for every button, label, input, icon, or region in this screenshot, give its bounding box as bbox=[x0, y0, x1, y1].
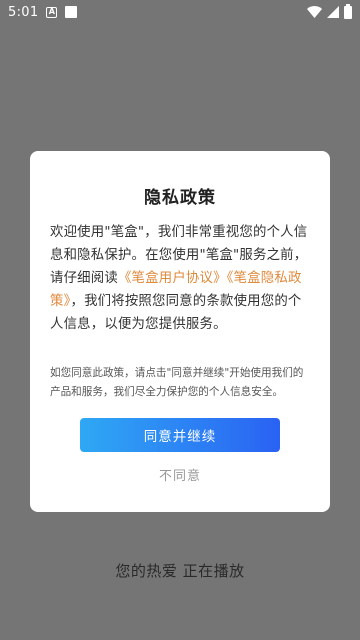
body-text-after: ，我们将按照您同意的条款使用您的个人信息，以便为您提供服务。 bbox=[50, 294, 302, 332]
screen: 5:01 A 您的热爱 正在播放 隐私政策 欢迎使用"笔盒"，我们非常重视您的个… bbox=[0, 0, 360, 640]
dialog-note: 如您同意此政策，请点击"同意并继续"开始使用我们的产品和服务，我们尽全力保护您的… bbox=[50, 367, 304, 398]
status-left: 5:01 A bbox=[8, 4, 78, 20]
disagree-button[interactable]: 不同意 bbox=[130, 463, 230, 485]
dialog-body: 欢迎使用"笔盒"，我们非常重视您的个人信息和隐私保护。在您使用"笔盒"服务之前，… bbox=[50, 221, 310, 336]
status-time: 5:01 bbox=[8, 4, 39, 20]
privacy-dialog: 隐私政策 欢迎使用"笔盒"，我们非常重视您的个人信息和隐私保护。在您使用"笔盒"… bbox=[30, 151, 330, 512]
signal-icon bbox=[327, 6, 339, 18]
status-right bbox=[307, 3, 352, 19]
now-playing-text: 您的热爱 正在播放 bbox=[115, 562, 245, 580]
square-notification-icon bbox=[65, 6, 78, 18]
user-agreement-link[interactable]: 《笔盒用户协议》 bbox=[118, 271, 227, 286]
agree-continue-button[interactable]: 同意并继续 bbox=[80, 418, 280, 452]
battery-icon bbox=[344, 3, 352, 19]
status-bar: 5:01 A bbox=[0, 0, 360, 24]
wifi-icon bbox=[307, 6, 322, 18]
dialog-title: 隐私政策 bbox=[144, 188, 216, 208]
a-notification-icon: A bbox=[46, 6, 58, 18]
